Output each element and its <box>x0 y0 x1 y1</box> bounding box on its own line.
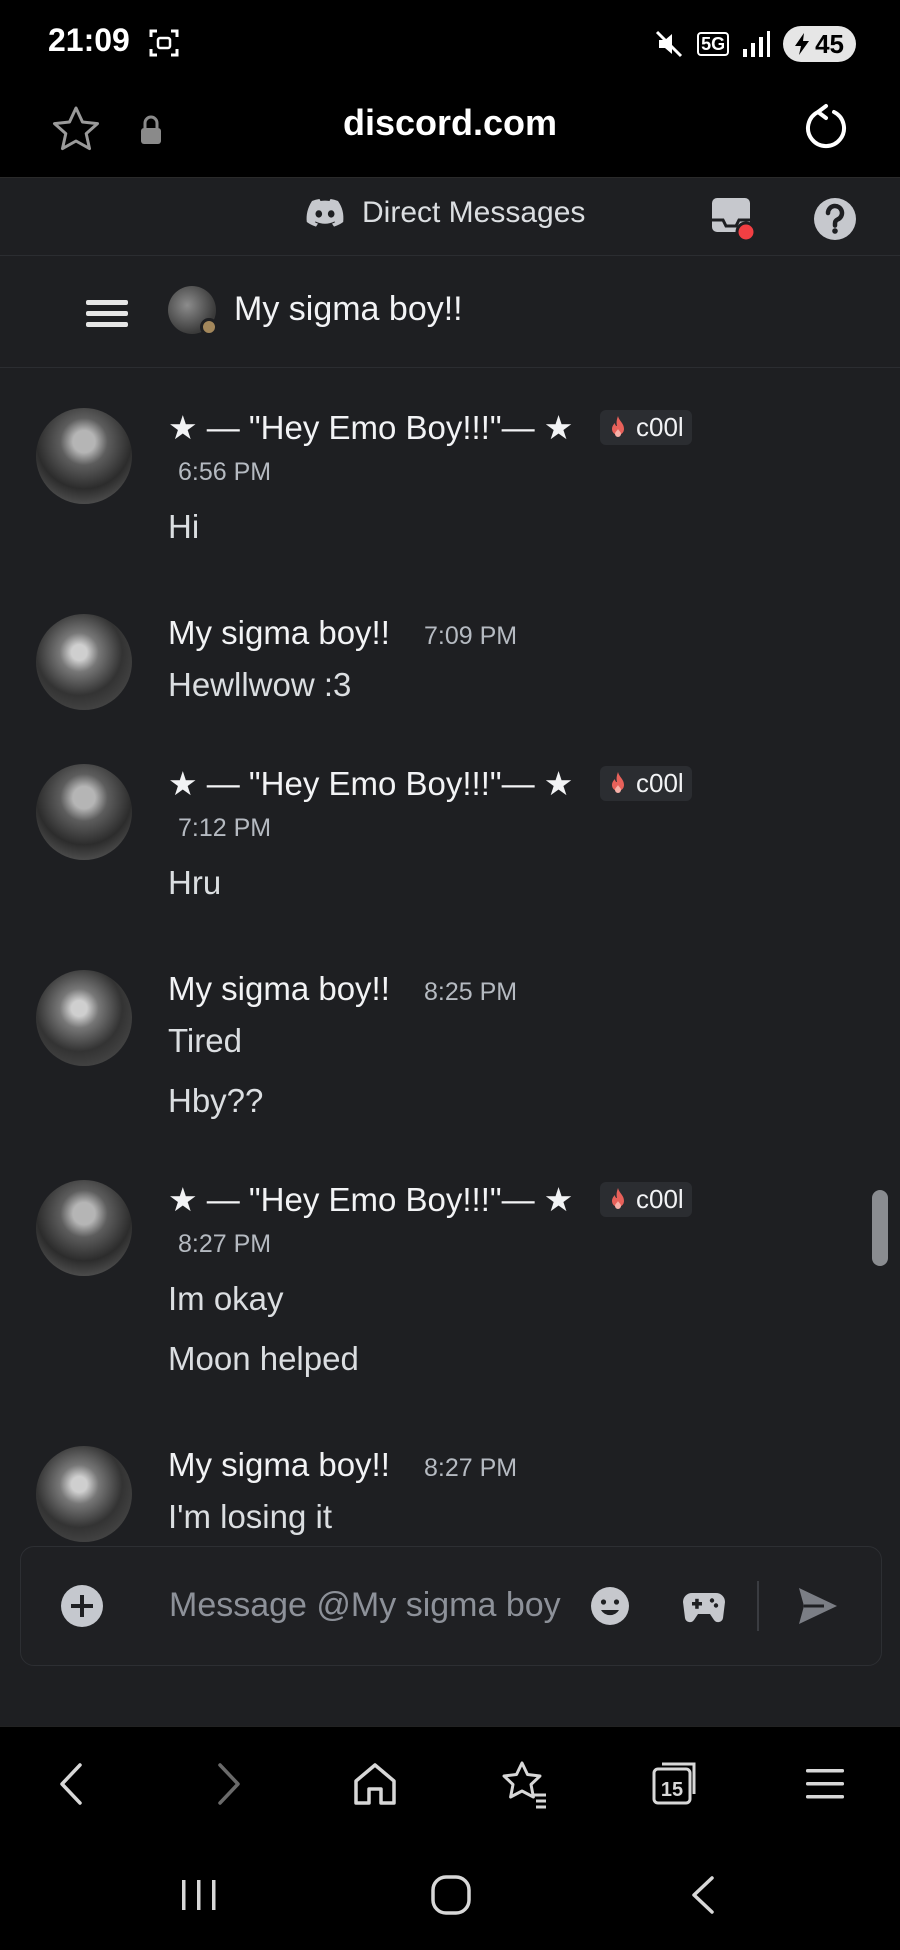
reload-icon[interactable] <box>796 98 856 158</box>
guild-tag-label: c00l <box>636 412 684 442</box>
network-label: 5G <box>697 32 730 56</box>
composer-divider <box>757 1581 759 1631</box>
avatar[interactable] <box>36 408 132 504</box>
discord-top-bar: Direct Messages <box>0 178 900 256</box>
attach-plus-icon[interactable] <box>61 1585 103 1627</box>
tab-count: 15 <box>660 1779 684 1801</box>
system-nav-bar <box>0 1840 900 1950</box>
guild-tag[interactable]: c00l <box>600 410 692 445</box>
menu-icon[interactable] <box>798 1757 852 1811</box>
mute-icon <box>656 30 683 58</box>
message-timestamp: 8:27 PM <box>178 1230 272 1258</box>
status-bar: 21:09 5G 45 <box>0 0 900 88</box>
message-timestamp: 7:09 PM <box>424 622 518 650</box>
message-text: I'm losing it <box>168 1498 333 1535</box>
message-text: Hru <box>168 864 222 901</box>
status-time: 21:09 <box>48 22 130 58</box>
browser-url-bar: discord.com <box>0 88 900 178</box>
message-text: Hi <box>168 508 200 545</box>
message-list[interactable]: ★ — "Hey Emo Boy!!!"— ★ c00l 6:56 PM Hi … <box>0 368 900 1546</box>
system-back-icon[interactable] <box>680 1870 730 1920</box>
send-icon[interactable] <box>795 1583 841 1629</box>
avatar[interactable] <box>36 1446 132 1542</box>
direct-messages-label: Direct Messages <box>362 196 586 229</box>
message-composer <box>20 1546 882 1666</box>
recent-apps-icon[interactable] <box>174 1870 224 1920</box>
message-timestamp: 7:12 PM <box>178 814 272 842</box>
channel-name[interactable]: My sigma boy!! <box>234 290 463 329</box>
home-icon[interactable] <box>348 1757 402 1811</box>
hamburger-menu-icon[interactable] <box>84 294 130 334</box>
message-author[interactable]: My sigma boy!! <box>168 1446 390 1484</box>
message-author[interactable]: ★ — "Hey Emo Boy!!!"— ★ <box>168 764 573 803</box>
url-text[interactable]: discord.com <box>0 102 900 144</box>
discord-logo-icon <box>306 199 344 227</box>
message-author[interactable]: ★ — "Hey Emo Boy!!!"— ★ <box>168 1180 573 1219</box>
message-timestamp: 6:56 PM <box>178 458 272 486</box>
guild-tag-label: c00l <box>636 768 684 798</box>
avatar[interactable] <box>36 614 132 710</box>
status-dot <box>200 318 218 336</box>
guild-tag-label: c00l <box>636 1184 684 1214</box>
flame-icon <box>612 415 624 437</box>
scrollbar-thumb[interactable] <box>872 1190 888 1266</box>
direct-messages-title[interactable]: Direct Messages <box>306 196 585 230</box>
gamepad-icon[interactable] <box>681 1585 727 1627</box>
message-author[interactable]: ★ — "Hey Emo Boy!!!"— ★ <box>168 408 573 447</box>
guild-tag[interactable]: c00l <box>600 1182 692 1217</box>
avatar[interactable] <box>36 764 132 860</box>
battery-indicator: 45 <box>783 26 856 62</box>
message-text: Hby?? <box>168 1082 264 1119</box>
channel-avatar[interactable] <box>168 286 218 336</box>
signal-icon <box>743 31 771 57</box>
guild-tag[interactable]: c00l <box>600 766 692 801</box>
browser-bottom-nav: 15 <box>0 1726 900 1840</box>
message-timestamp: 8:27 PM <box>424 1454 518 1482</box>
status-icons: 5G 45 <box>653 22 856 66</box>
message-input[interactable] <box>169 1577 599 1633</box>
avatar[interactable] <box>36 1180 132 1276</box>
system-home-icon[interactable] <box>426 1870 476 1920</box>
flame-icon <box>612 771 624 793</box>
message-text: Tired <box>168 1022 242 1059</box>
back-icon[interactable] <box>46 1757 100 1811</box>
message-timestamp: 8:25 PM <box>424 978 518 1006</box>
forward-icon[interactable] <box>200 1757 254 1811</box>
message-author[interactable]: My sigma boy!! <box>168 970 390 1008</box>
avatar[interactable] <box>36 970 132 1066</box>
message-text: Moon helped <box>168 1340 359 1377</box>
help-icon[interactable] <box>812 196 858 242</box>
battery-level: 45 <box>815 28 844 59</box>
flame-icon <box>612 1187 624 1209</box>
charging-icon <box>795 33 810 55</box>
composer-area <box>0 1546 900 1726</box>
emoji-icon[interactable] <box>589 1585 631 1627</box>
channel-header: My sigma boy!! <box>0 256 900 368</box>
bookmarks-icon[interactable] <box>498 1757 552 1811</box>
screenshot-icon <box>149 29 179 57</box>
message-text: Hewllwow :3 <box>168 666 352 703</box>
message-author[interactable]: My sigma boy!! <box>168 614 390 652</box>
message-text: Im okay <box>168 1280 284 1317</box>
inbox-icon[interactable] <box>708 194 758 244</box>
